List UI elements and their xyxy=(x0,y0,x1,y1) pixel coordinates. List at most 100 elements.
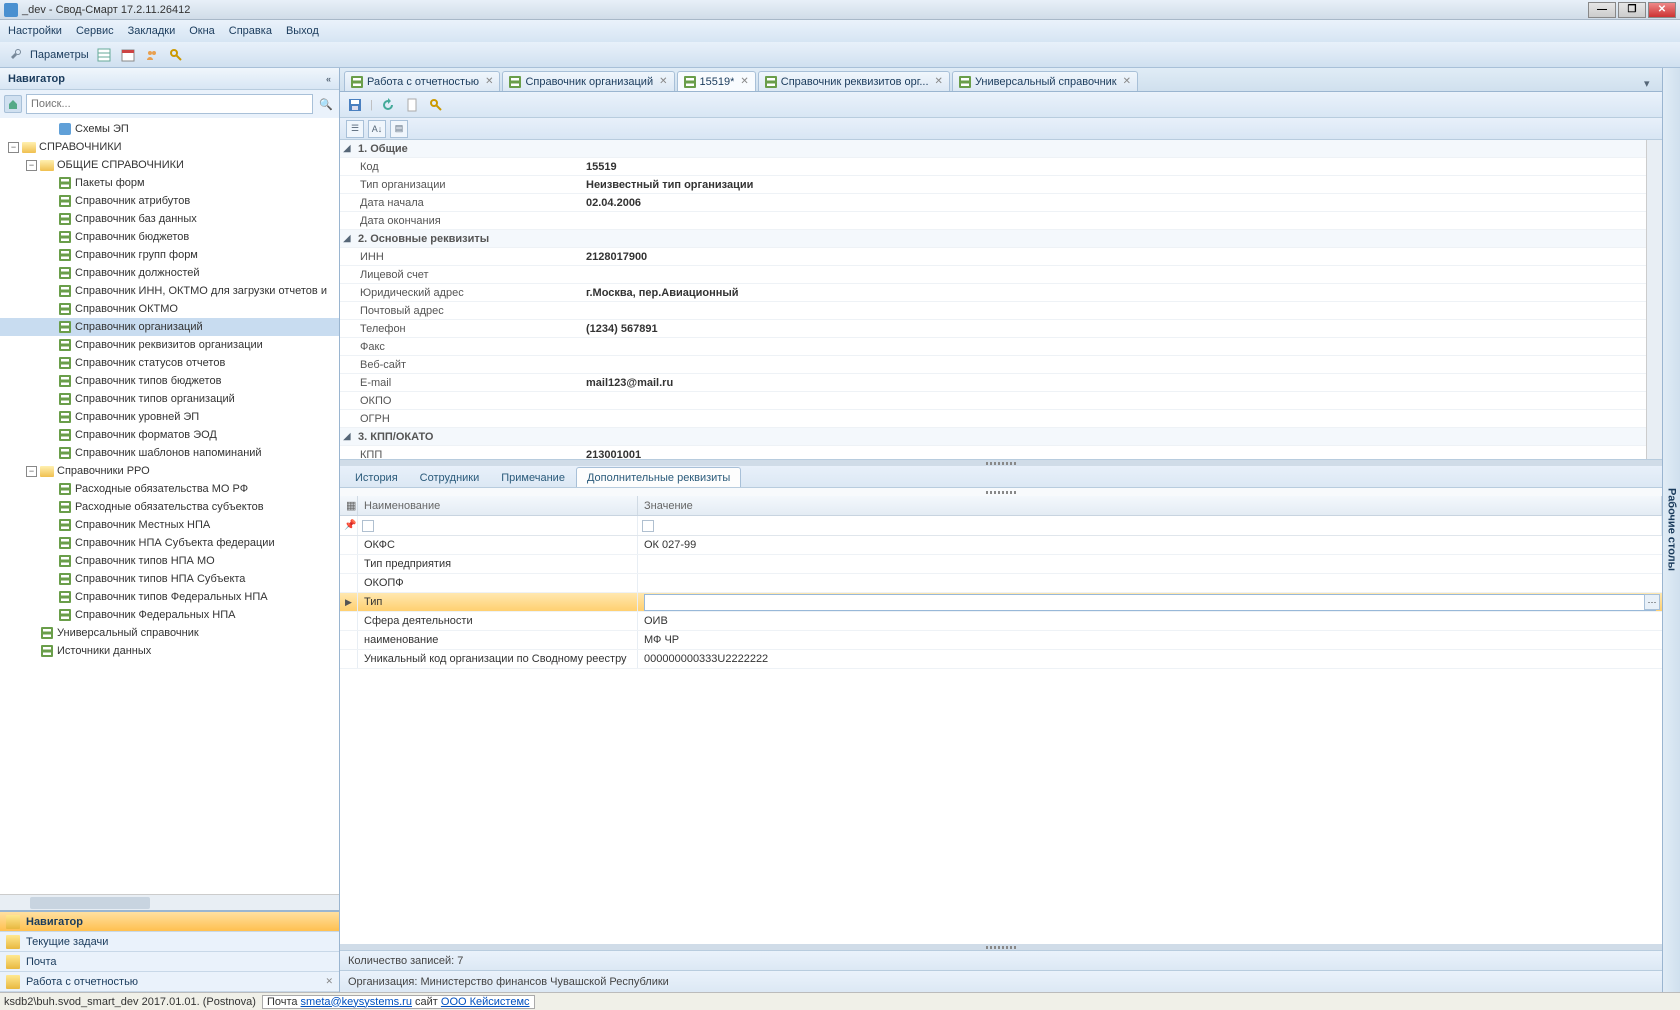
expand-toggle[interactable]: − xyxy=(26,160,37,171)
tree-item[interactable]: Справочник баз данных xyxy=(0,210,339,228)
grid-cell-name[interactable]: наименование xyxy=(358,631,638,649)
tree-item[interactable]: Справочник типов бюджетов xyxy=(0,372,339,390)
grid-col-name[interactable]: Наименование xyxy=(358,496,638,515)
propgrid-value[interactable]: Неизвестный тип организации xyxy=(580,179,1646,191)
tree-item[interactable]: Справочник шаблонов напоминаний xyxy=(0,444,339,462)
collapse-icon[interactable]: ◢ xyxy=(340,431,354,442)
grid-cell-name[interactable]: Сфера деятельности xyxy=(358,612,638,630)
grid-row[interactable]: Сфера деятельностиОИВ xyxy=(340,612,1662,631)
tree-item[interactable]: Источники данных xyxy=(0,642,339,660)
menu-help[interactable]: Справка xyxy=(229,25,272,37)
tree-item[interactable]: Справочник Федеральных НПА xyxy=(0,606,339,624)
grid-cell-value[interactable] xyxy=(638,555,1662,573)
grid-row[interactable]: ОКФСОК 027-99 xyxy=(340,536,1662,555)
menu-windows[interactable]: Окна xyxy=(189,25,215,37)
tab-close-icon[interactable]: ✕ xyxy=(740,76,748,87)
sub-tab[interactable]: Сотрудники xyxy=(409,467,491,487)
propgrid-row[interactable]: Веб-сайт xyxy=(340,356,1646,374)
document-tab[interactable]: Справочник организаций✕ xyxy=(502,71,674,91)
propgrid-row[interactable]: Дата окончания xyxy=(340,212,1646,230)
close-button[interactable]: ✕ xyxy=(1648,2,1676,18)
collapse-icon[interactable]: ◢ xyxy=(340,143,354,154)
tree-item[interactable]: Справочник статусов отчетов xyxy=(0,354,339,372)
sort-button[interactable]: A↓ xyxy=(368,120,386,138)
propgrid-value[interactable]: 2128017900 xyxy=(580,251,1646,263)
minimize-button[interactable]: ― xyxy=(1588,2,1616,18)
tree-item[interactable]: Расходные обязательства субъектов xyxy=(0,498,339,516)
grid-cell-name[interactable]: Тип xyxy=(358,593,638,611)
users-icon[interactable] xyxy=(143,46,161,64)
grid-row[interactable]: Тип предприятия xyxy=(340,555,1662,574)
grid-cell-value[interactable]: ⋯ xyxy=(638,593,1662,611)
tab-close-icon[interactable]: ✕ xyxy=(485,76,493,87)
propgrid-group[interactable]: ◢3. КПП/ОКАТО xyxy=(340,428,1646,446)
propgrid-row[interactable]: Тип организацииНеизвестный тип организац… xyxy=(340,176,1646,194)
sub-tab[interactable]: Дополнительные реквизиты xyxy=(576,467,741,487)
tree-item[interactable]: Справочник атрибутов xyxy=(0,192,339,210)
tree-item[interactable]: Пакеты форм xyxy=(0,174,339,192)
tree-item[interactable]: Справочник форматов ЭОД xyxy=(0,426,339,444)
tree-item[interactable]: Справочник НПА Субъекта федерации xyxy=(0,534,339,552)
search-icon[interactable]: 🔍 xyxy=(317,98,335,111)
propgrid-row[interactable]: ИНН2128017900 xyxy=(340,248,1646,266)
propgrid-row[interactable]: Почтовый адрес xyxy=(340,302,1646,320)
sub-tab[interactable]: Примечание xyxy=(490,467,576,487)
propgrid-row[interactable]: Юридический адресг.Москва, пер.Авиационн… xyxy=(340,284,1646,302)
grid-cell-name[interactable]: Уникальный код организации по Сводному р… xyxy=(358,650,638,668)
tabs-list-button[interactable]: ▾ xyxy=(1644,77,1658,91)
document-tab[interactable]: Работа с отчетностью✕ xyxy=(344,71,500,91)
grid-cell-editor[interactable] xyxy=(644,594,1656,611)
tree-item[interactable]: Справочник ИНН, ОКТМО для загрузки отчет… xyxy=(0,282,339,300)
nav-hscrollbar[interactable] xyxy=(0,894,339,910)
filter-pin-icon[interactable]: 📌 xyxy=(340,516,358,535)
propgrid-row[interactable]: Факс xyxy=(340,338,1646,356)
propgrid-row[interactable]: ОГРН xyxy=(340,410,1646,428)
tree-item[interactable]: Универсальный справочник xyxy=(0,624,339,642)
params-button[interactable]: Параметры xyxy=(30,49,89,61)
grid-indicator-header[interactable]: ▦ xyxy=(340,496,358,515)
propgrid-row[interactable]: ОКПО xyxy=(340,392,1646,410)
propgrid-scrollbar[interactable] xyxy=(1646,140,1662,459)
tree-item[interactable]: Схемы ЭП xyxy=(0,120,339,138)
propgrid-group[interactable]: ◢2. Основные реквизиты xyxy=(340,230,1646,248)
tree-item[interactable]: Справочник типов организаций xyxy=(0,390,339,408)
tree-item[interactable]: Справочник типов НПА МО xyxy=(0,552,339,570)
nav-bottom-item[interactable]: Текущие задачи xyxy=(0,932,339,952)
grid-cell-value[interactable] xyxy=(638,574,1662,592)
menu-service[interactable]: Сервис xyxy=(76,25,114,37)
grid-cell-name[interactable]: Тип предприятия xyxy=(358,555,638,573)
tree-item[interactable]: Справочник Местных НПА xyxy=(0,516,339,534)
propgrid-value[interactable]: 02.04.2006 xyxy=(580,197,1646,209)
tree-item[interactable]: Справочник групп форм xyxy=(0,246,339,264)
propgrid-row[interactable]: E-mailmail123@mail.ru xyxy=(340,374,1646,392)
grid-cell-value[interactable]: МФ ЧР xyxy=(638,631,1662,649)
menu-settings[interactable]: Настройки xyxy=(8,25,62,37)
close-icon[interactable]: ✕ xyxy=(325,976,333,987)
tree-item[interactable]: Справочник типов Федеральных НПА xyxy=(0,588,339,606)
save-icon[interactable] xyxy=(346,96,364,114)
propgrid-value[interactable]: г.Москва, пер.Авиационный xyxy=(580,287,1646,299)
search-input[interactable] xyxy=(26,94,313,114)
propgrid-value[interactable]: mail123@mail.ru xyxy=(580,377,1646,389)
filter-name-cell[interactable] xyxy=(358,516,638,535)
grid-row[interactable]: наименованиеМФ ЧР xyxy=(340,631,1662,650)
grid-cell-value[interactable]: 000000000333U2222222 xyxy=(638,650,1662,668)
grid-icon[interactable] xyxy=(95,46,113,64)
collapse-icon[interactable]: ◢ xyxy=(340,233,354,244)
calendar-icon[interactable] xyxy=(119,46,137,64)
grid-cell-value[interactable]: ОК 027-99 xyxy=(638,536,1662,554)
propgrid-row[interactable]: КПП213001001 xyxy=(340,446,1646,459)
doc-icon[interactable] xyxy=(403,96,421,114)
wrench-icon[interactable] xyxy=(6,46,24,64)
grid-col-value[interactable]: Значение xyxy=(638,496,1662,515)
tree-item[interactable]: −ОБЩИЕ СПРАВОЧНИКИ xyxy=(0,156,339,174)
document-tab[interactable]: 15519*✕ xyxy=(677,71,756,91)
desktops-sidebar[interactable]: Рабочие столы xyxy=(1662,68,1680,992)
propgrid-row[interactable]: Лицевой счет xyxy=(340,266,1646,284)
document-tab[interactable]: Справочник реквизитов орг...✕ xyxy=(758,71,950,91)
tree-item[interactable]: Справочник должностей xyxy=(0,264,339,282)
tree-item[interactable]: −СПРАВОЧНИКИ xyxy=(0,138,339,156)
maximize-button[interactable]: ❐ xyxy=(1618,2,1646,18)
tree-item[interactable]: Справочник ОКТМО xyxy=(0,300,339,318)
home-icon[interactable] xyxy=(4,95,22,113)
